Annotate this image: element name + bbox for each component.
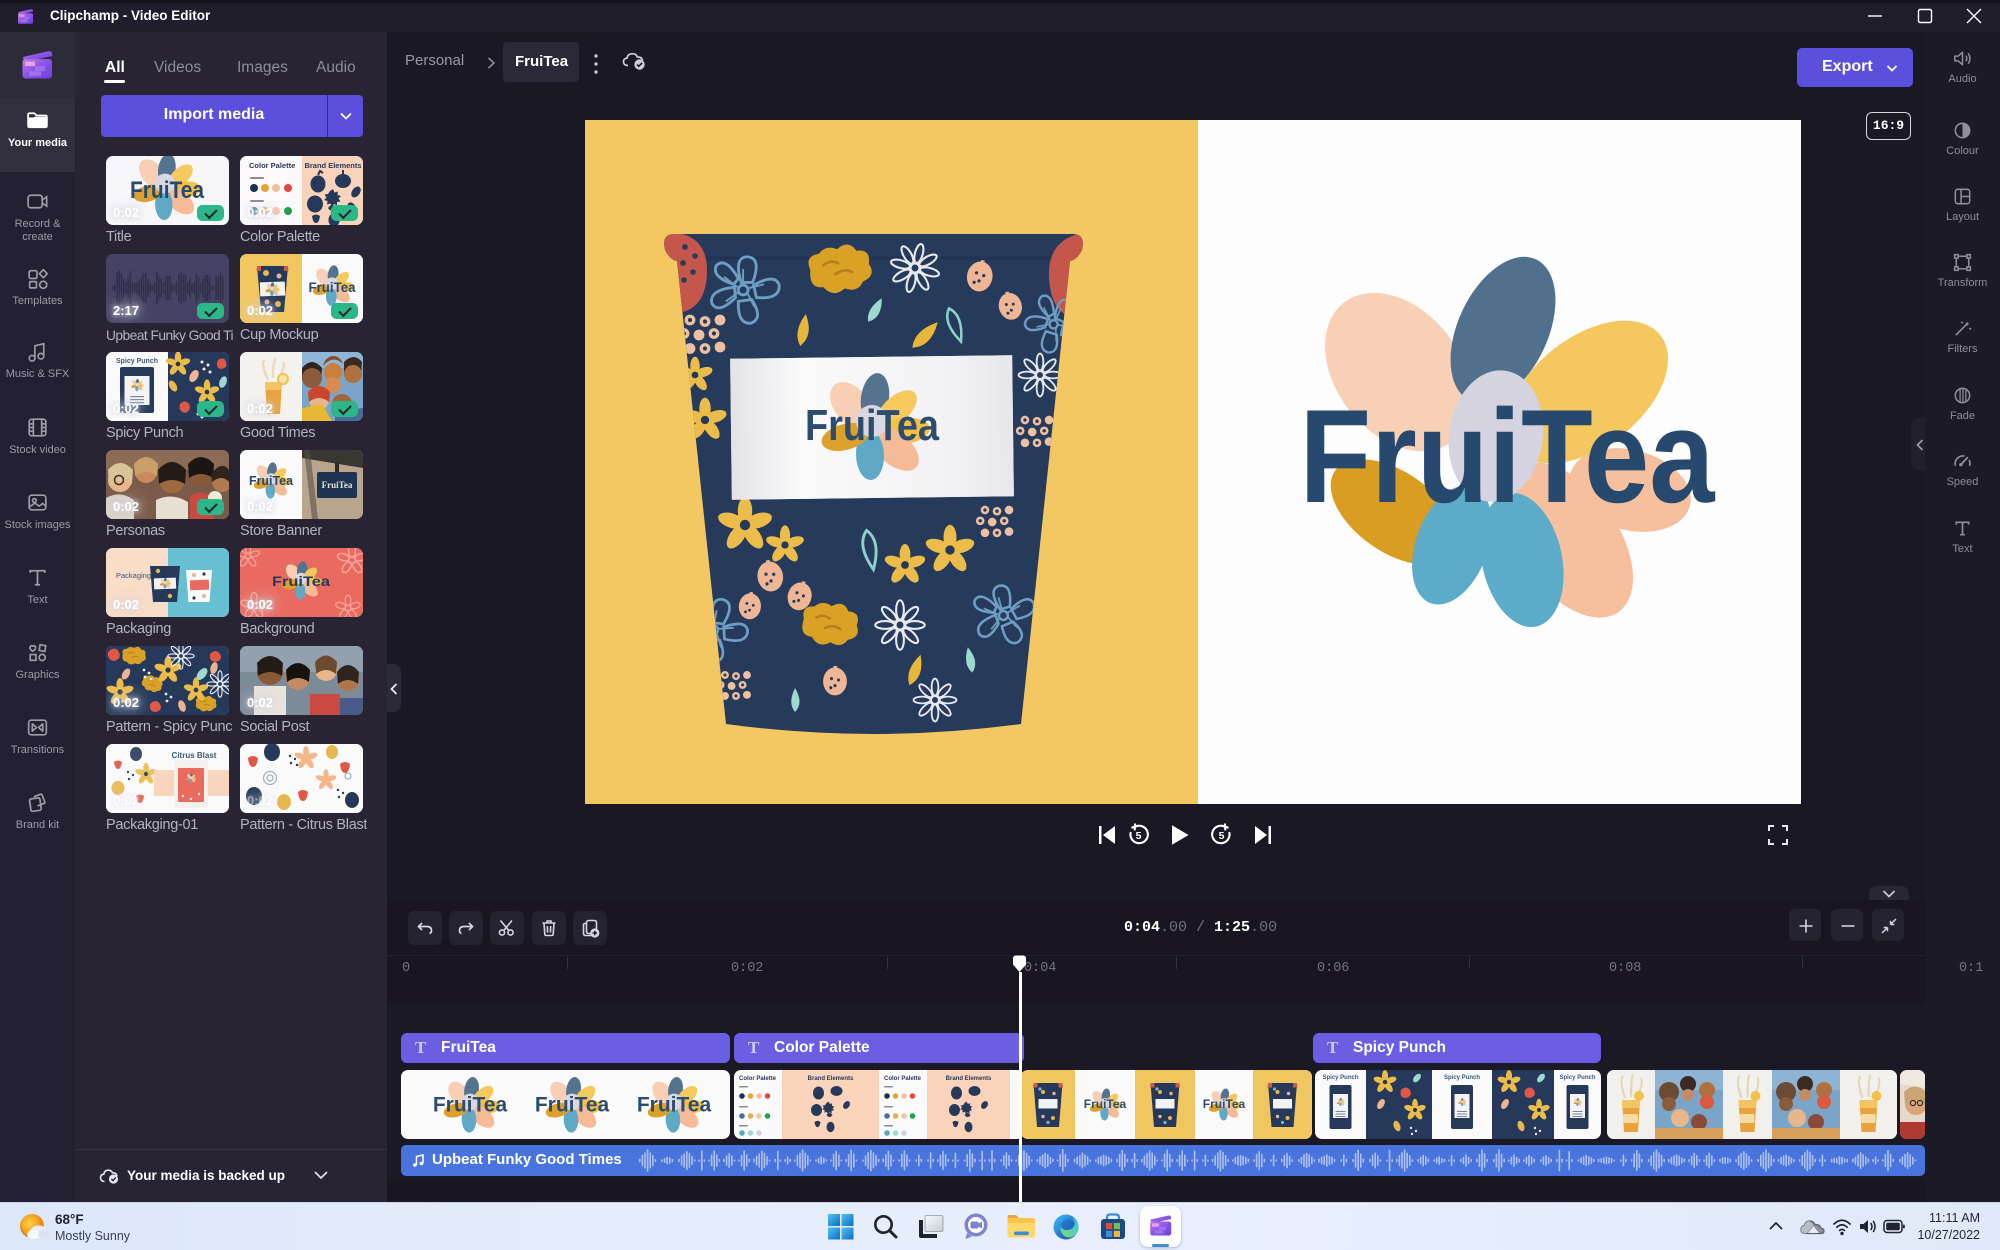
svg-text:Spicy Punch: Spicy Punch: [1559, 1075, 1595, 1081]
svg-text:Packaging: Packaging: [116, 571, 151, 580]
svg-text:Spicy Punch: Spicy Punch: [1322, 1075, 1358, 1081]
svg-text:FruiTea: FruiTea: [433, 1093, 508, 1116]
svg-text:Brand Elements: Brand Elements: [808, 1076, 854, 1082]
svg-text:FruiTea: FruiTea: [637, 1093, 712, 1116]
svg-text:FruiTea: FruiTea: [1203, 1097, 1246, 1111]
svg-text:Spicy Punch: Spicy Punch: [116, 358, 158, 365]
svg-text:Color Palette: Color Palette: [884, 1076, 922, 1082]
svg-text:FruiTea: FruiTea: [309, 279, 356, 295]
svg-text:Citrus Blast: Citrus Blast: [172, 751, 217, 760]
svg-text:5: 5: [1136, 830, 1142, 842]
svg-text:Brand Elements: Brand Elements: [304, 161, 361, 170]
svg-text:Spicy Punch: Spicy Punch: [1444, 1075, 1480, 1081]
svg-text:Brand Elements: Brand Elements: [946, 1076, 992, 1082]
svg-text:FruiTea: FruiTea: [249, 473, 294, 488]
svg-text:FruiTea: FruiTea: [130, 177, 205, 204]
svg-text:FruiTea: FruiTea: [805, 401, 939, 450]
svg-text:FruiTea: FruiTea: [1084, 1097, 1127, 1111]
svg-text:FruiTea: FruiTea: [1300, 383, 1716, 531]
svg-text:Color Palette: Color Palette: [739, 1076, 777, 1082]
svg-text:Color Palette: Color Palette: [249, 161, 295, 170]
svg-text:FruiTea: FruiTea: [272, 573, 330, 589]
svg-text:5: 5: [1219, 830, 1225, 842]
svg-text:FruiTea: FruiTea: [322, 480, 353, 490]
svg-text:FruiTea: FruiTea: [535, 1093, 610, 1116]
